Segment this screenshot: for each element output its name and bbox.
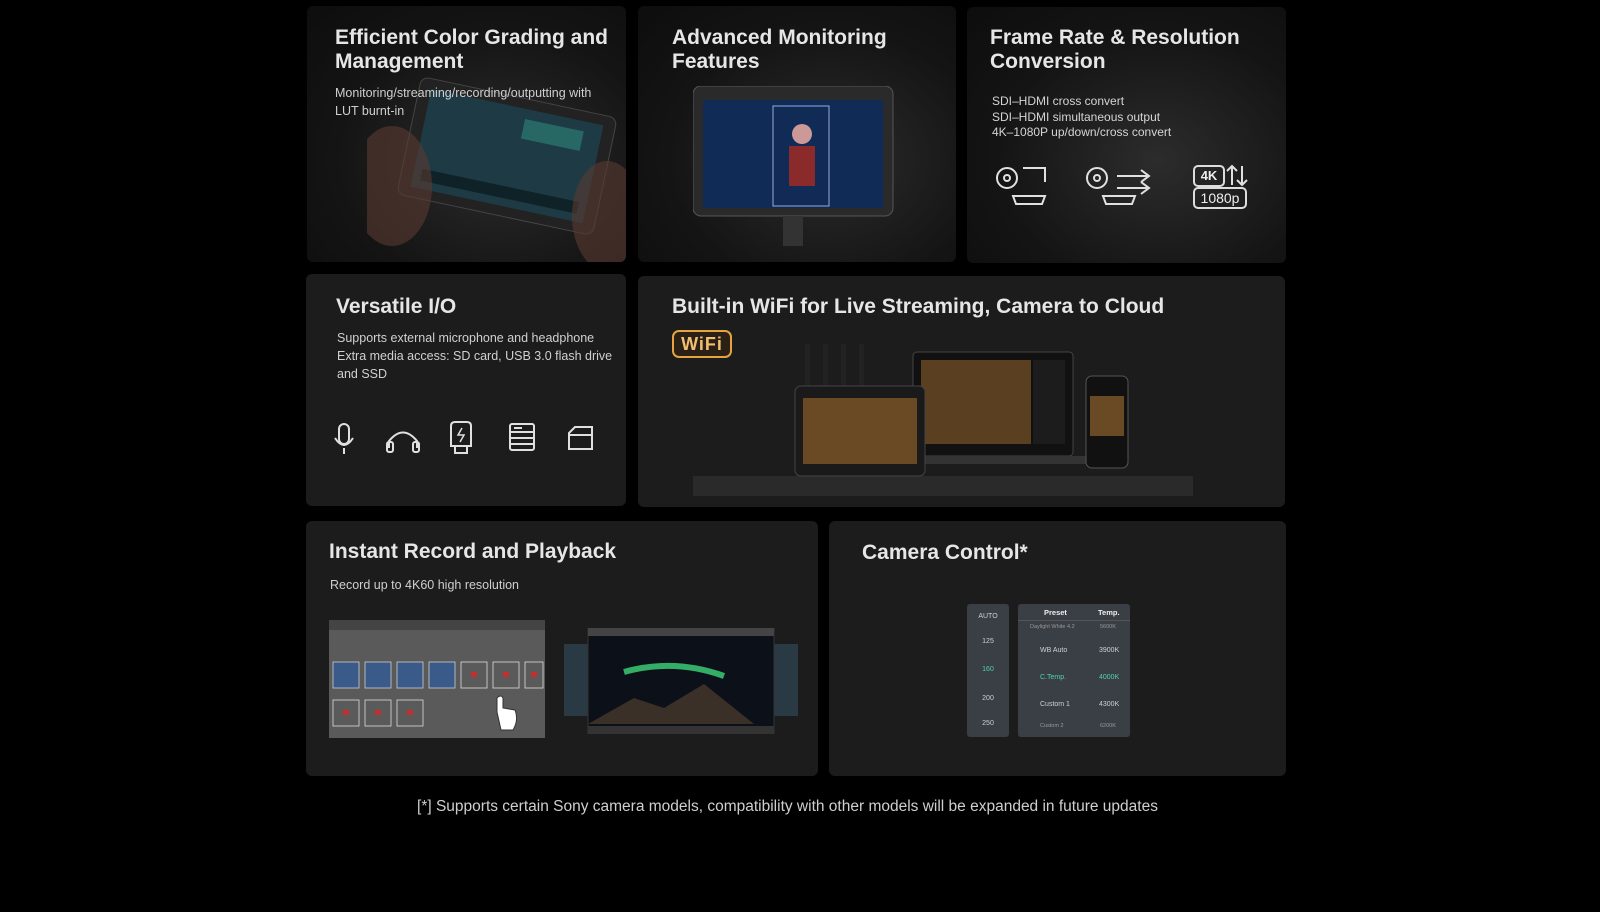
card-title: Advanced Monitoring Features xyxy=(672,26,887,74)
up-down-arrows-icon xyxy=(1226,164,1248,187)
table-cell-selected: 4000K xyxy=(1099,674,1120,681)
shutter-speed-list: AUTO 125 160 200 250 xyxy=(967,604,1009,737)
headphone-icon xyxy=(386,431,420,453)
microphone-icon xyxy=(334,423,354,454)
card-description: Monitoring/streaming/recording/outputtin… xyxy=(335,86,592,119)
table-header-temp: Temp. xyxy=(1098,608,1120,617)
io-description: Supports external microphone and headpho… xyxy=(337,329,612,383)
table-cell[interactable]: Custom 1 xyxy=(1040,701,1070,708)
media-library-screen xyxy=(329,620,545,738)
card-frame-rate: Frame Rate & Resolution Conversion SDI–H… xyxy=(967,7,1286,263)
card-camera-control: Camera Control* AUTO 125 160 200 250 Pre… xyxy=(829,521,1286,776)
list-item: SDI–HDMI simultaneous output xyxy=(992,109,1161,124)
sdi-to-hdmi-icon xyxy=(996,167,1047,205)
ssd-icon xyxy=(509,423,535,451)
card-wifi-streaming: Built-in WiFi for Live Streaming, Camera… xyxy=(638,276,1285,507)
list-item: and SSD xyxy=(337,367,388,382)
footnote: [*] Supports certain Sony camera models,… xyxy=(417,798,1158,815)
card-record-playback: Instant Record and Playback Record up to… xyxy=(306,521,818,776)
table-cell: 5600K xyxy=(1100,624,1116,630)
shutter-option[interactable]: 125 xyxy=(967,638,1009,645)
wifi-devices-image xyxy=(693,344,1193,496)
table-cell-selected[interactable]: C.Temp. xyxy=(1040,674,1066,681)
table-header-preset: Preset xyxy=(1044,608,1067,617)
badge-1080p: 1080p xyxy=(1193,187,1247,209)
card-title: Built-in WiFi for Live Streaming, Camera… xyxy=(672,295,1165,318)
card-monitoring: Advanced Monitoring Features xyxy=(638,6,956,262)
usb-flash-drive-icon xyxy=(450,421,472,454)
shutter-option[interactable]: AUTO xyxy=(967,613,1009,620)
list-item: 4K–1080P up/down/cross convert xyxy=(992,125,1172,140)
shutter-option[interactable]: 250 xyxy=(967,720,1009,727)
table-cell[interactable]: WB Auto xyxy=(1040,647,1067,654)
card-title: Frame Rate & Resolution Conversion xyxy=(990,26,1240,74)
card-color-grading: Efficient Color Grading and Management M… xyxy=(307,6,626,262)
table-cell: 4300K xyxy=(1099,701,1120,708)
table-cell: 6200K xyxy=(1100,723,1116,729)
card-title: Camera Control* xyxy=(862,541,1028,564)
card-title: Versatile I/O xyxy=(336,295,457,318)
table-cell: 3900K xyxy=(1099,647,1120,654)
card-versatile-io: Versatile I/O Supports external micropho… xyxy=(306,274,626,506)
table-cell[interactable]: Daylight White 4.2 xyxy=(1030,624,1075,630)
card-description: Record up to 4K60 high resolution xyxy=(330,578,520,592)
shutter-option-selected[interactable]: 160 xyxy=(967,666,1009,673)
card-title: Efficient Color Grading and Management xyxy=(335,26,609,74)
white-balance-table: Preset Temp. Daylight White 4.2 5600K WB… xyxy=(1018,604,1130,737)
list-item: Extra media access: SD card, USB 3.0 fla… xyxy=(337,349,613,364)
badge-4k: 4K xyxy=(1193,165,1225,187)
playback-screen xyxy=(564,628,798,734)
card-title: Instant Record and Playback xyxy=(329,540,617,563)
sd-card-icon xyxy=(568,426,593,450)
shutter-option[interactable]: 200 xyxy=(967,695,1009,702)
table-cell[interactable]: Custom 2 xyxy=(1040,723,1064,729)
simultaneous-output-icon xyxy=(1086,167,1151,205)
list-item: Supports external microphone and headpho… xyxy=(337,331,595,345)
conversion-list: SDI–HDMI cross convert SDI–HDMI simultan… xyxy=(992,94,1171,141)
monitor-device-image xyxy=(693,86,894,246)
list-item: SDI–HDMI cross convert xyxy=(992,94,1125,108)
